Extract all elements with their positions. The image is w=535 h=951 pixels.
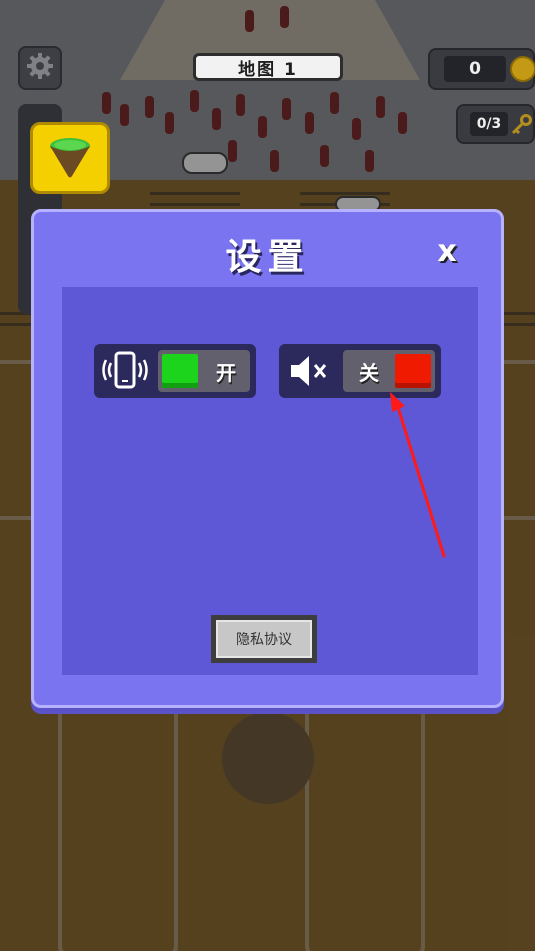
key-icon — [510, 114, 532, 140]
sound-toggle[interactable]: 关 — [343, 350, 435, 392]
vibration-setting: 开 — [94, 344, 256, 398]
privacy-policy-label: 隐私协议 — [216, 620, 312, 658]
island-icon — [46, 132, 94, 184]
toggle-knob-on — [162, 354, 198, 388]
key-count: 0/3 — [470, 112, 508, 136]
vibration-state-label: 开 — [216, 360, 236, 385]
settings-dialog: 设置 x 开 关 隐私协议 — [31, 209, 504, 708]
sound-setting: 关 — [279, 344, 441, 398]
toggle-knob-off — [395, 354, 431, 388]
island-button[interactable] — [30, 122, 110, 194]
privacy-policy-button[interactable]: 隐私协议 — [211, 615, 317, 663]
close-button[interactable]: x — [432, 233, 462, 269]
map-label: 地图 1 — [193, 53, 343, 81]
sound-state-label: 关 — [359, 360, 379, 385]
gear-icon — [25, 51, 55, 85]
vibration-phone-icon — [102, 351, 148, 391]
settings-button[interactable] — [18, 46, 62, 90]
vibration-toggle[interactable]: 开 — [158, 350, 250, 392]
coin-icon — [510, 56, 535, 82]
coin-count: 0 — [444, 56, 506, 82]
speaker-muted-icon — [287, 351, 333, 391]
coin-counter: 0 — [428, 48, 535, 90]
close-icon: x — [437, 233, 457, 269]
dialog-title: 设置 — [225, 237, 310, 278]
settings-panel: 开 关 隐私协议 — [62, 287, 478, 675]
key-counter: 0/3 — [456, 104, 535, 144]
